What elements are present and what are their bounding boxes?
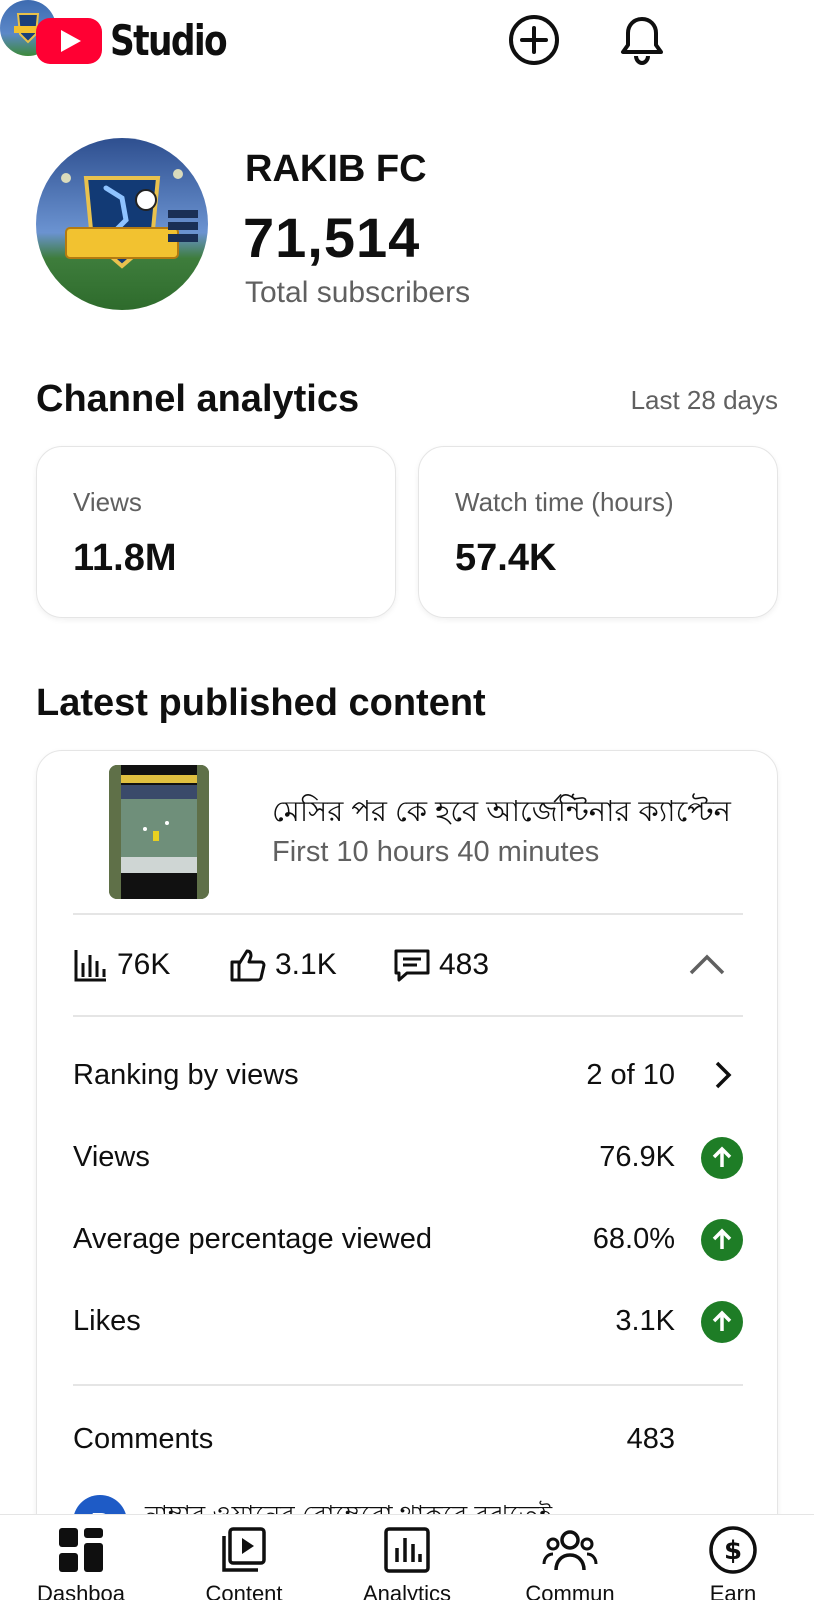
row-label: Average percentage viewed [73,1223,432,1255]
row-value: 76.9K [599,1141,675,1173]
chevron-right-icon [715,1061,732,1089]
nav-label: Content [205,1581,283,1600]
channel-avatar[interactable] [36,138,208,310]
subscriber-count: 71,514 [243,206,421,269]
nav-earn[interactable]: $ Earn [663,1525,803,1600]
top-bar: Studio [0,0,814,82]
row-label: Views [73,1141,150,1173]
row-value: 3.1K [615,1305,675,1337]
video-subtitle: First 10 hours 40 minutes [272,836,600,868]
nav-analytics[interactable]: Analytics [337,1525,477,1600]
youtube-play-icon [36,17,102,64]
likes-row: Likes 3.1K [73,1297,743,1347]
nav-label: Dashboa [36,1581,126,1600]
video-thumbnail-image [109,765,209,899]
latest-content-card: মেসির পর কে হবে আর্জেন্টিনার ক্যাপ্টেন F… [36,750,778,1600]
content-icon [222,1527,266,1572]
comments-metric: 483 [393,947,489,983]
row-value: 2 of 10 [586,1059,675,1091]
row-value: 68.0% [592,1223,675,1255]
stat-label: Views [73,487,142,517]
avg-percentage-row: Average percentage viewed 68.0% [73,1215,743,1265]
nav-label: Earn [709,1581,757,1600]
subscriber-label: Total subscribers [245,276,471,309]
collapse-button[interactable] [687,947,727,983]
analytics-title: Channel analytics [36,378,360,420]
stat-value: 57.4K [455,537,557,579]
latest-content-title: Latest published content [36,682,486,724]
nav-dashboard[interactable]: Dashboa [11,1525,151,1600]
svg-text:$: $ [724,1536,742,1566]
analytics-icon [384,1527,430,1573]
views-card[interactable]: Views 11.8M [36,446,396,618]
stat-value: 11.8M [73,537,177,579]
bar-chart-icon [74,950,106,982]
nav-content[interactable]: Content [174,1525,314,1600]
row-label: Ranking by views [73,1059,299,1091]
analytics-range: Last 28 days [630,385,778,415]
notifications-button[interactable] [614,12,670,68]
dashboard-icon [59,1528,103,1572]
video-title[interactable]: মেসির পর কে হবে আর্জেন্টিনার ক্যাপ্টেন [272,789,742,838]
row-label: Comments [73,1423,214,1455]
views-metric: 76K [73,947,170,983]
arrow-up-icon [701,1137,743,1179]
comment-icon [394,949,430,982]
likes-metric-value: 3.1K [275,948,337,981]
studio-logo[interactable]: Studio [36,16,252,65]
add-circle-icon [509,15,559,65]
arrow-up-icon [701,1301,743,1343]
views-metric-value: 76K [117,948,171,981]
create-button[interactable] [506,12,562,68]
views-row: Views 76.9K [73,1133,743,1183]
nav-label: Analytics [362,1581,452,1600]
bell-icon [621,17,663,66]
nav-community[interactable]: Commun [500,1525,640,1600]
nav-label: Commun [525,1581,615,1600]
likes-metric: 3.1K [229,947,337,983]
app-name: Studio [110,16,228,65]
row-label: Likes [73,1305,141,1337]
arrow-up-icon [701,1219,743,1261]
watch-time-card[interactable]: Watch time (hours) 57.4K [418,446,778,618]
stat-label: Watch time (hours) [455,487,674,517]
row-value: 483 [626,1423,675,1455]
divider [73,1384,743,1386]
divider [73,913,743,915]
comments-metric-value: 483 [439,948,490,981]
earn-icon: $ [709,1526,757,1574]
ranking-row[interactable]: Ranking by views 2 of 10 [73,1051,743,1101]
channel-logo-image [36,138,208,310]
bottom-navigation: Dashboa Content Analytics Commun $ Earn [0,1514,814,1600]
channel-name: RAKIB FC [245,148,427,190]
comments-row[interactable]: Comments 483 [73,1415,743,1465]
thumbs-up-icon [230,949,266,982]
divider [73,1015,743,1017]
community-icon [542,1530,598,1571]
chevron-up-icon [689,954,725,975]
video-thumbnail[interactable] [109,765,209,899]
